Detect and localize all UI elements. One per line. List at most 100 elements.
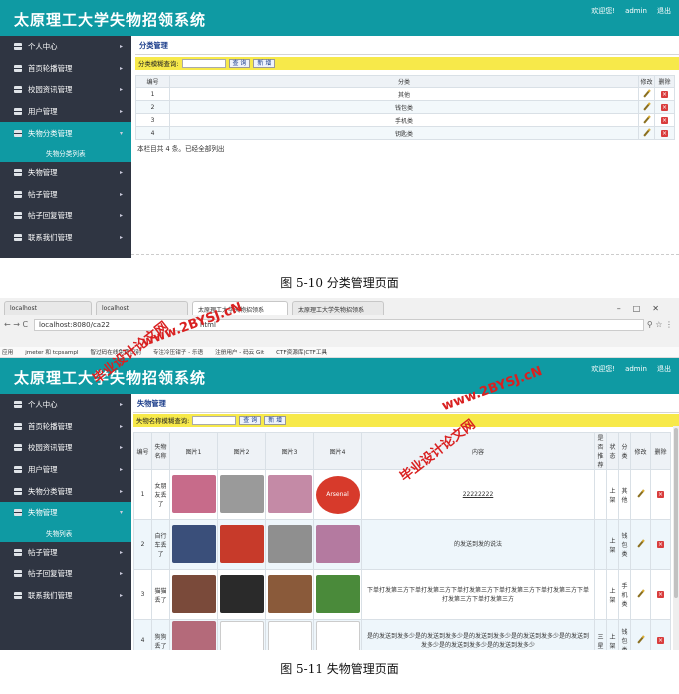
bookmark-item[interactable]: jmeter 和 tcpsampl [25,348,78,356]
item-photo [267,574,312,613]
sidebar-item-9[interactable]: 联系我们管理 ▸ [0,585,131,607]
sidebar-item-9[interactable]: 联系我们管理 ▸ [0,227,131,249]
sidebar-item-1[interactable]: 个人中心 ▸ [0,36,131,58]
table-row: 3 手机类 × [135,113,675,127]
delete-icon[interactable]: × [661,103,668,111]
scrollbar[interactable] [673,426,679,650]
search-bar-2: 失物名称模糊查询: 查 询 新 增 [133,414,679,427]
search-input[interactable] [181,59,226,68]
delete-icon[interactable]: × [661,129,668,137]
sidebar-item-8[interactable]: 帖子回复管理 ▸ [0,563,131,585]
sidebar-item-label: 首页轮播管理 [28,421,73,431]
browser-tab-4[interactable]: 太原理工大学失物招领系 [292,301,384,315]
window-controls[interactable]: –□✕ [617,304,671,313]
delete-cell[interactable]: × [650,469,671,520]
bookmark-item[interactable]: CTF资源库|CTF工具 [276,348,327,356]
pencil-icon[interactable] [642,88,651,98]
delete-cell[interactable]: × [654,113,675,127]
logout-link[interactable]: 退出 [657,7,671,15]
user-link[interactable]: admin [625,7,647,15]
delete-icon[interactable]: × [657,541,664,548]
search-input-2[interactable] [192,416,237,425]
pencil-icon[interactable] [636,539,645,548]
delete-cell[interactable]: × [650,619,671,650]
address-bar[interactable]: localhost:8080/ca22 html [34,319,644,331]
sidebar-item-1[interactable]: 个人中心 ▸ [0,394,131,416]
submenu-item[interactable]: 失物分类列表 [0,143,131,162]
sidebar-item-7[interactable]: 帖子管理 ▸ [0,184,131,206]
logout-link-2[interactable]: 退出 [657,365,671,373]
column-header: 编号 [133,432,152,470]
cell-category: 其他 [169,87,639,101]
pencil-icon[interactable] [642,101,651,111]
edit-cell[interactable] [630,519,651,570]
menu-icon [14,43,22,51]
sidebar-item-2[interactable]: 首页轮播管理 ▸ [0,58,131,80]
edit-cell[interactable] [638,113,655,127]
image-cell [217,519,266,570]
sidebar-item-6[interactable]: 失物管理 ▸ [0,162,131,184]
submenu-item[interactable]: 失物列表 [0,523,131,542]
edit-cell[interactable] [638,126,655,140]
bookmark-item[interactable]: 专注冷压钳子 - 乐语 [153,348,203,356]
edit-cell[interactable] [638,87,655,101]
cell-id: 2 [135,100,170,114]
query-button-2[interactable]: 查 询 [239,416,262,425]
delete-icon[interactable]: × [657,591,664,598]
pencil-icon[interactable] [642,114,651,124]
pencil-icon[interactable] [636,589,645,598]
chevron-right-icon: ▸ [119,466,123,474]
sidebar-item-7[interactable]: 帖子管理 ▸ [0,542,131,564]
sidebar-item-6[interactable]: 失物管理 ▾ [0,501,131,524]
browser-tab-1[interactable]: localhost [4,301,92,315]
table-row: 4 钥匙类 × [135,126,675,140]
edit-cell[interactable] [638,100,655,114]
sidebar-item-4[interactable]: 用户管理 ▸ [0,101,131,123]
sidebar-item-8[interactable]: 帖子回复管理 ▸ [0,205,131,227]
pencil-icon[interactable] [642,127,651,137]
nav-buttons[interactable]: ← → C [4,320,28,329]
pencil-icon[interactable] [636,489,645,498]
delete-icon[interactable]: × [657,637,664,644]
delete-icon[interactable]: × [661,116,668,124]
delete-cell[interactable]: × [654,100,675,114]
delete-icon[interactable]: × [661,90,668,98]
image-cell [265,519,314,570]
cell-state: 上架 [606,619,619,650]
sidebar-item-5[interactable]: 失物分类管理 ▾ [0,122,131,144]
add-button-2[interactable]: 新 增 [264,416,287,425]
delete-cell[interactable]: × [654,126,675,140]
sidebar-item-5[interactable]: 失物分类管理 ▸ [0,480,131,502]
edit-cell[interactable] [630,569,651,620]
delete-icon[interactable]: × [657,491,664,498]
item-photo [171,620,216,650]
edit-cell[interactable] [630,619,651,650]
sidebar-item-4[interactable]: 用户管理 ▸ [0,459,131,481]
sidebar-item-label: 失物管理 [28,508,58,518]
chevron-right-icon: ▸ [119,212,123,220]
column-header: 图片1 [169,432,218,470]
item-photo [171,524,216,563]
edit-cell[interactable] [630,469,651,520]
add-button[interactable]: 新 增 [253,59,276,68]
sidebar-item-3[interactable]: 校园资讯管理 ▸ [0,437,131,459]
sidebar-2: 个人中心 ▸ 首页轮播管理 ▸ 校园资讯管理 ▸ 用户管理 ▸ 失物分类管理 ▸ 失物管理 ▾ 失物列表… [0,394,131,650]
user-link-2[interactable]: admin [625,365,647,373]
delete-cell[interactable]: × [654,87,675,101]
sidebar-item-3[interactable]: 校园资讯管理 ▸ [0,79,131,101]
sidebar-item-2[interactable]: 首页轮播管理 ▸ [0,416,131,438]
cell-category: 钱包类 [169,100,639,114]
delete-cell[interactable]: × [650,519,671,570]
sidebar-item-label: 个人中心 [28,42,58,52]
query-button[interactable]: 查 询 [228,59,251,68]
pencil-icon[interactable] [636,635,645,644]
sidebar-item-label: 校园资讯管理 [28,443,73,453]
image-cell [169,569,218,620]
browser-toolbar-icons[interactable]: ⚲ ☆ ⋮ [647,320,673,329]
cell-state: 上架 [606,569,619,620]
sidebar-item-label: 首页轮播管理 [28,63,73,73]
bookmark-item[interactable]: 注册用户 - 码云 Git [215,348,264,356]
browser-tab-2[interactable]: localhost [96,301,188,315]
delete-cell[interactable]: × [650,569,671,620]
bookmark-item[interactable]: 应用 [2,348,13,356]
